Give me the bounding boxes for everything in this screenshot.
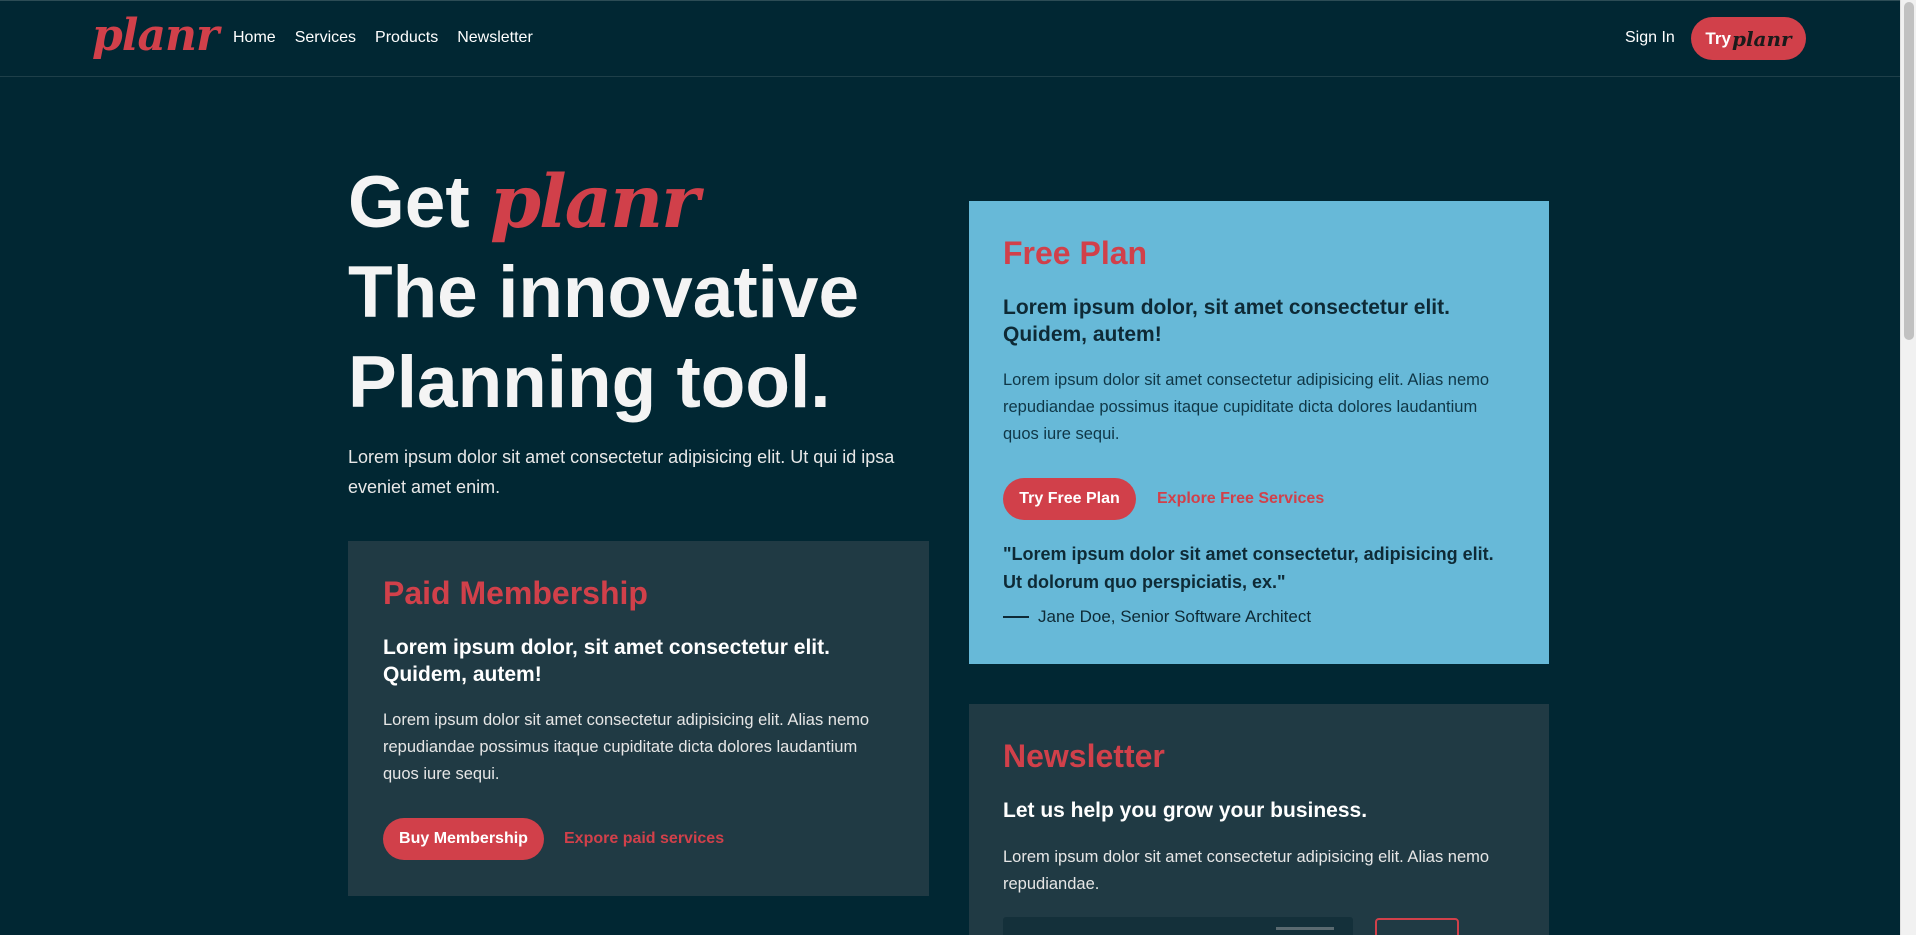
nav-products[interactable]: Products [375, 29, 438, 47]
scrollbar[interactable] [1900, 0, 1916, 935]
try-label: Try [1705, 28, 1731, 48]
free-subheading: Lorem ipsum dolor, sit amet consectetur … [1003, 296, 1450, 346]
testimonial-quote: "Lorem ipsum dolor sit amet consectetur,… [1003, 544, 1494, 592]
try-free-plan-button[interactable]: Try Free Plan [1003, 478, 1136, 520]
hero-title-line2: The innovative [348, 252, 860, 333]
hero-title-line3: Planning tool. [348, 342, 831, 423]
paid-membership-card: Paid Membership Lorem ipsum dolor, sit a… [348, 541, 929, 896]
newsletter-card: Newsletter Let us help you grow your bus… [969, 704, 1549, 935]
buy-membership-button[interactable]: Buy Membership [383, 818, 544, 860]
explore-free-link[interactable]: Explore Free Services [1157, 490, 1324, 508]
newsletter-email-input[interactable] [1003, 917, 1353, 935]
try-planr-button[interactable]: Try planr [1691, 17, 1806, 60]
main-nav: Home Services Products Newsletter [233, 29, 533, 47]
testimonial-author: Jane Doe, Senior Software Architect [1003, 607, 1311, 627]
nav-newsletter[interactable]: Newsletter [457, 29, 533, 47]
dash-icon [1003, 616, 1029, 618]
sign-in-link[interactable]: Sign In [1625, 29, 1675, 47]
author-name: Jane Doe, Senior Software Architect [1038, 607, 1312, 626]
hero-title-brand: planr [490, 159, 700, 245]
free-plan-card: Free Plan Lorem ipsum dolor, sit amet co… [969, 201, 1549, 664]
newsletter-heading: Newsletter [1003, 738, 1165, 774]
try-brand: planr [1731, 26, 1792, 51]
hero-title: Get planr The innovative Planning tool. [348, 157, 928, 428]
newsletter-subheading: Let us help you grow your business. [1003, 799, 1368, 822]
newsletter-submit-button[interactable] [1375, 918, 1459, 935]
paid-body: Lorem ipsum dolor sit amet consectetur a… [383, 711, 870, 783]
input-grip [1276, 927, 1334, 930]
nav-home[interactable]: Home [233, 29, 276, 47]
free-heading: Free Plan [1003, 235, 1148, 271]
newsletter-body: Lorem ipsum dolor sit amet consectetur a… [1003, 848, 1490, 893]
hero-subtitle: Lorem ipsum dolor sit amet consectetur a… [348, 447, 895, 497]
explore-paid-link[interactable]: Expore paid services [564, 830, 724, 848]
site-header: planr Home Services Products Newsletter … [0, 0, 1900, 77]
paid-heading: Paid Membership [383, 575, 648, 611]
scrollbar-thumb[interactable] [1904, 2, 1914, 340]
hero-title-get: Get [348, 162, 470, 243]
paid-subheading: Lorem ipsum dolor, sit amet consectetur … [383, 636, 830, 686]
nav-services[interactable]: Services [295, 29, 356, 47]
logo[interactable]: planr [92, 10, 219, 61]
free-body: Lorem ipsum dolor sit amet consectetur a… [1003, 371, 1490, 443]
